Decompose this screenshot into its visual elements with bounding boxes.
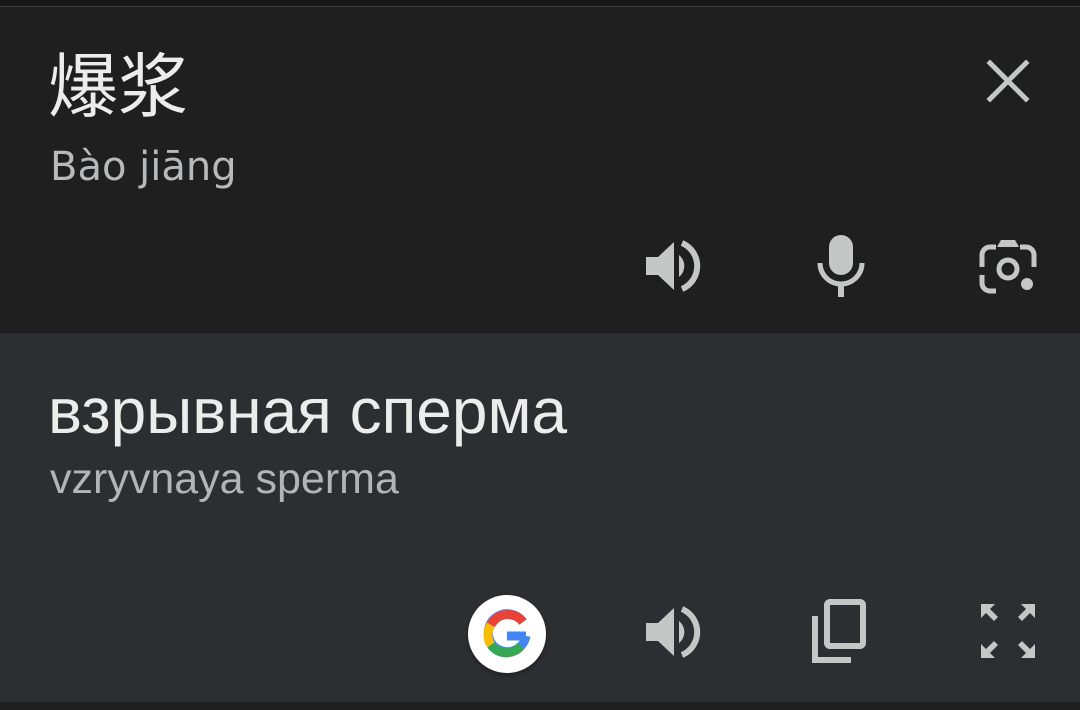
source-listen-button[interactable] (636, 231, 708, 301)
target-panel: взрывная сперма vzryvnaya sperma (0, 333, 1080, 710)
voice-input-button[interactable] (806, 229, 876, 303)
source-panel: 爆浆 Bào jiāng (0, 7, 1080, 333)
microphone-icon (817, 235, 865, 297)
translated-text[interactable]: взрывная сперма (48, 373, 567, 449)
speaker-icon (646, 240, 701, 292)
speaker-icon (646, 606, 701, 658)
fullscreen-button[interactable] (972, 595, 1044, 667)
close-button[interactable] (976, 49, 1040, 113)
target-listen-button[interactable] (636, 597, 708, 667)
top-edge (0, 0, 1080, 7)
copy-button[interactable] (804, 595, 874, 667)
target-transliteration: vzryvnaya sperma (50, 455, 399, 503)
google-search-button[interactable] (468, 595, 546, 673)
source-transliteration: Bào jiāng (50, 144, 237, 190)
copy-icon (812, 599, 866, 663)
google-search-icon (483, 609, 531, 658)
camera-icon (979, 240, 1037, 294)
source-text[interactable]: 爆浆 (48, 45, 188, 129)
camera-input-button[interactable] (972, 231, 1044, 301)
bottom-edge (0, 702, 1080, 710)
fullscreen-icon (981, 604, 1035, 658)
close-icon (986, 59, 1030, 103)
